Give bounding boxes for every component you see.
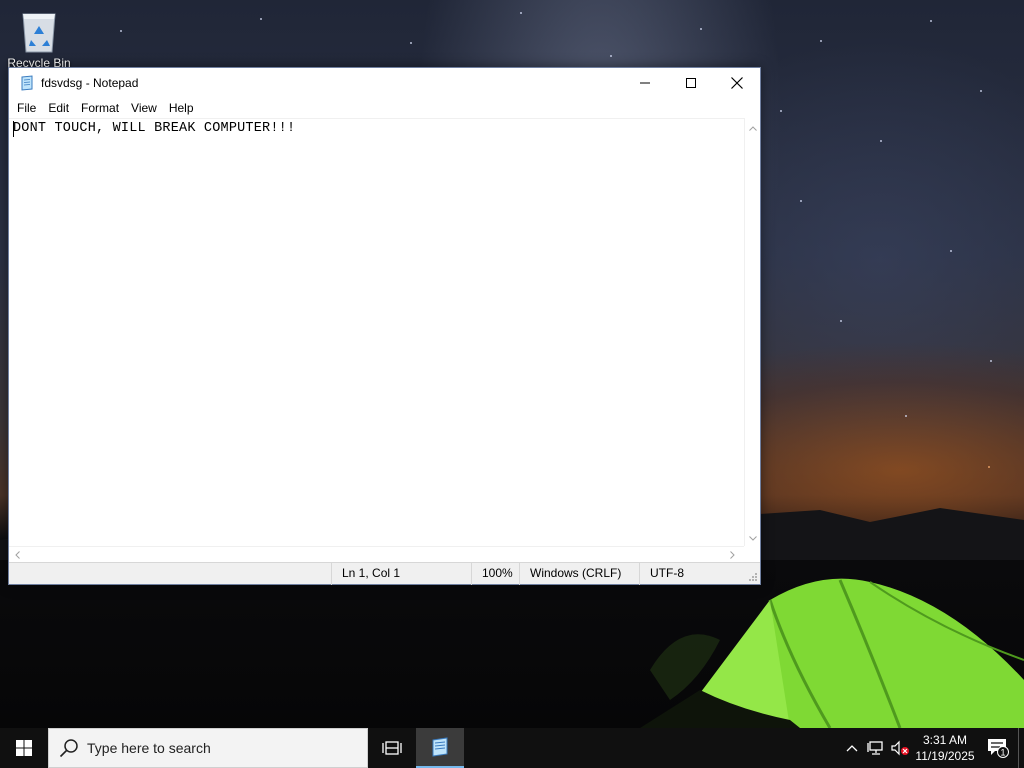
notification-icon: 1: [988, 739, 1009, 758]
network-button[interactable]: [864, 728, 888, 768]
show-hidden-icons-button[interactable]: [840, 728, 864, 768]
maximize-icon: [686, 78, 696, 88]
taskbar: 3:31 AM 11/19/2025 1: [0, 728, 1024, 768]
taskbar-app-notepad[interactable]: [416, 728, 464, 768]
title-bar[interactable]: fdsvdsg - Notepad: [9, 68, 760, 98]
taskbar-search-box[interactable]: [48, 728, 368, 768]
text-caret: [13, 121, 14, 137]
menu-bar: File Edit Format View Help: [9, 98, 760, 118]
text-editor-area[interactable]: DONT TOUCH, WILL BREAK COMPUTER!!!: [9, 118, 744, 546]
network-icon: [867, 741, 883, 755]
maximize-button[interactable]: [668, 68, 714, 98]
clock-date: 11/19/2025: [915, 749, 975, 763]
close-icon: [731, 77, 743, 89]
volume-muted-icon: [891, 740, 909, 756]
windows-logo-icon: [16, 740, 32, 756]
window-title: fdsvdsg - Notepad: [41, 76, 139, 90]
editor-content[interactable]: DONT TOUCH, WILL BREAK COMPUTER!!!: [13, 121, 295, 136]
show-desktop-button[interactable]: [1018, 728, 1024, 768]
status-encoding: UTF-8: [639, 563, 745, 585]
system-tray: 3:31 AM 11/19/2025 1: [840, 728, 1024, 768]
status-bar: Ln 1, Col 1 100% Windows (CRLF) UTF-8: [9, 562, 760, 585]
menu-view[interactable]: View: [125, 98, 163, 118]
resize-grip-icon[interactable]: [748, 572, 758, 582]
search-icon: [59, 739, 78, 758]
status-position: Ln 1, Col 1: [331, 563, 471, 585]
chevron-up-icon: [749, 125, 757, 131]
scroll-up-button[interactable]: [745, 120, 761, 136]
status-line-ending: Windows (CRLF): [519, 563, 639, 585]
task-view-button[interactable]: [368, 728, 416, 768]
horizontal-scrollbar[interactable]: [9, 546, 744, 562]
chevron-left-icon: [14, 551, 20, 559]
menu-edit[interactable]: Edit: [42, 98, 75, 118]
task-view-icon: [382, 741, 402, 755]
action-center-button[interactable]: 1: [978, 728, 1018, 768]
search-input[interactable]: [87, 740, 347, 756]
menu-file[interactable]: File: [11, 98, 42, 118]
tent-illustration: [640, 578, 1024, 728]
menu-format[interactable]: Format: [75, 98, 125, 118]
notification-count: 1: [1000, 748, 1005, 758]
notepad-window[interactable]: fdsvdsg - Notepad File Edit Format View …: [8, 67, 761, 585]
chevron-down-icon: [749, 535, 757, 541]
clock[interactable]: 3:31 AM 11/19/2025: [912, 728, 978, 768]
notepad-icon: [432, 737, 448, 757]
scroll-left-button[interactable]: [9, 547, 25, 563]
notepad-icon: [21, 75, 33, 91]
minimize-button[interactable]: [622, 68, 668, 98]
scroll-down-button[interactable]: [745, 530, 761, 546]
desktop-icon-recycle-bin[interactable]: Recycle Bin: [4, 6, 74, 72]
menu-help[interactable]: Help: [163, 98, 200, 118]
start-button[interactable]: [0, 728, 48, 768]
minimize-icon: [640, 82, 650, 84]
clock-time: 3:31 AM: [922, 733, 968, 747]
volume-button[interactable]: [888, 728, 912, 768]
chevron-right-icon: [729, 551, 735, 559]
recycle-bin-icon: [22, 13, 56, 53]
close-button[interactable]: [714, 68, 760, 98]
vertical-scrollbar[interactable]: [744, 118, 760, 546]
status-zoom: 100%: [471, 563, 519, 585]
chevron-up-icon: [846, 745, 858, 752]
scroll-corner: [744, 546, 760, 562]
scroll-right-button[interactable]: [724, 547, 740, 563]
